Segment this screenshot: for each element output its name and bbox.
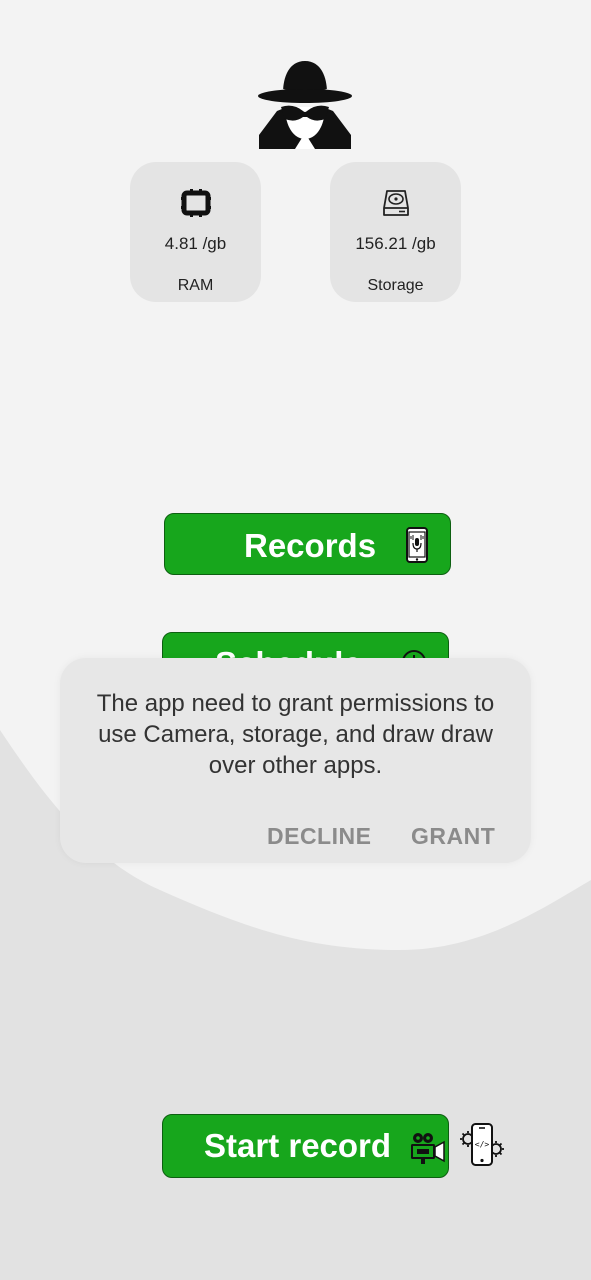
ram-card: 4.81 /gb RAM (130, 162, 261, 302)
storage-value: 156.21 /gb (355, 234, 436, 253)
start-record-button[interactable]: Start record (162, 1114, 449, 1178)
video-camera-icon (409, 1131, 445, 1173)
start-record-button-label: Start record (204, 1127, 392, 1164)
records-button-label: Records (244, 527, 377, 564)
spy-incognito-icon (255, 55, 355, 153)
ram-value: 4.81 /gb (164, 234, 227, 253)
grant-button[interactable]: GRANT (411, 823, 495, 850)
phone-mic-icon (405, 527, 429, 571)
hard-drive-icon (330, 188, 461, 220)
permission-dialog: The app need to grant permissions to use… (60, 658, 531, 863)
ram-label: RAM (177, 277, 214, 294)
dialog-message: The app need to grant permissions to use… (96, 690, 495, 779)
cpu-chip-icon (130, 188, 261, 220)
decline-button[interactable]: DECLINE (267, 823, 371, 850)
svg-text:</>: </> (475, 1140, 490, 1149)
records-button[interactable]: Records (164, 513, 451, 575)
storage-label: Storage (367, 277, 424, 294)
phone-code-settings-icon[interactable]: </> (460, 1122, 504, 1168)
storage-card: 156.21 /gb Storage (330, 162, 461, 302)
